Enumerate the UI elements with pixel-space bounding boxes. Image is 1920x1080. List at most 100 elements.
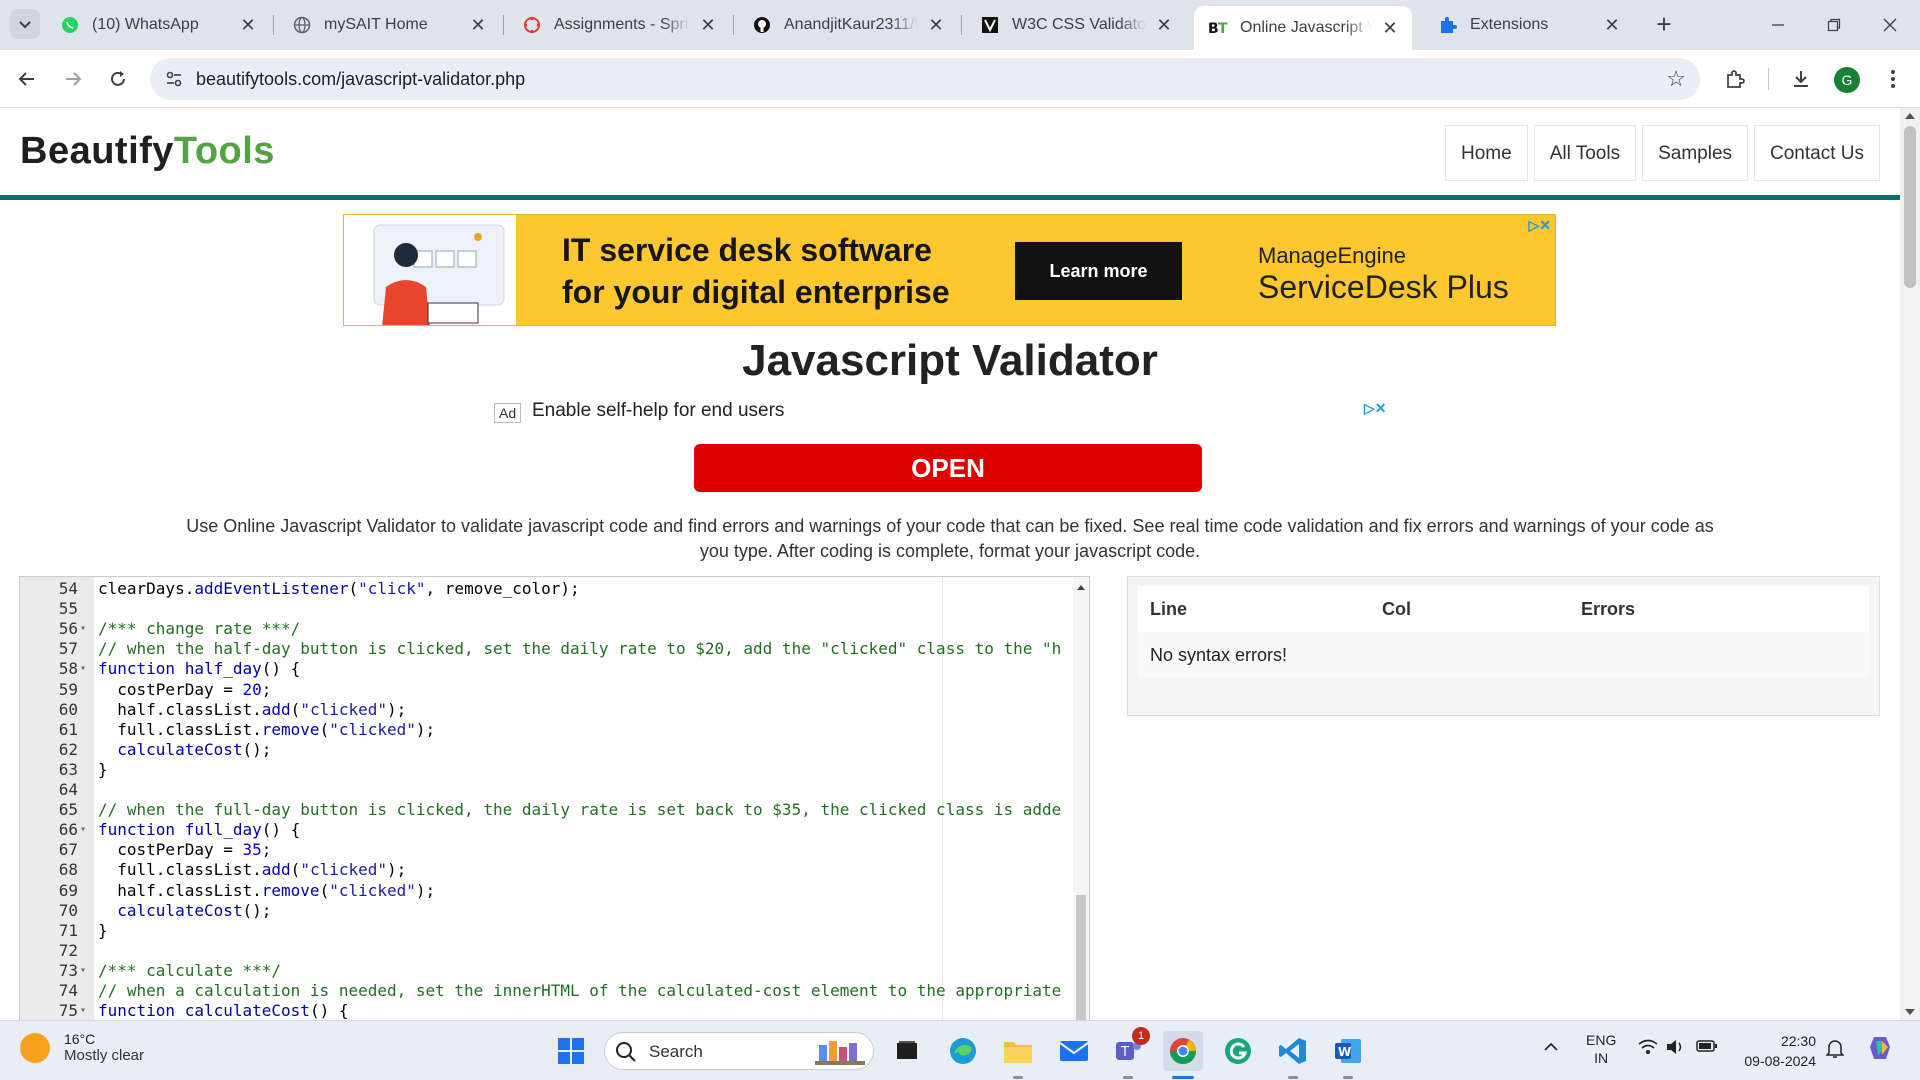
page-scroll-thumb[interactable] xyxy=(1904,126,1916,288)
code-line[interactable]: 73 ▾ /*** calculate ***/ xyxy=(20,961,1074,981)
minimize-button[interactable] xyxy=(1750,0,1806,50)
copilot-icon[interactable] xyxy=(1866,1033,1896,1066)
browser-tab[interactable]: mySAIT Home ✕ xyxy=(278,6,500,44)
editor-scrollbar[interactable] xyxy=(1073,577,1089,1020)
reload-button[interactable] xyxy=(103,64,133,94)
teams-app[interactable]: T 1 xyxy=(1108,1027,1150,1071)
tab-search-button[interactable] xyxy=(10,9,40,39)
code-line[interactable]: 54 clearDays.addEventListener("click", re… xyxy=(20,579,1074,599)
word-app[interactable]: W xyxy=(1328,1031,1368,1071)
restore-button[interactable] xyxy=(1806,0,1862,50)
close-tab-icon[interactable]: ✕ xyxy=(1380,18,1400,38)
site-logo[interactable]: BeautifyTools xyxy=(20,130,275,173)
fold-arrow-icon[interactable]: ▾ xyxy=(80,961,92,981)
battery-icon[interactable] xyxy=(1696,1039,1718,1056)
new-tab-button[interactable]: + xyxy=(1650,11,1678,39)
task-view-button[interactable] xyxy=(887,1031,927,1071)
code-line[interactable]: 69 half.classList.remove("clicked"); xyxy=(20,881,1074,901)
tab-title: Online Javascript Val xyxy=(1240,19,1372,36)
fold-arrow-icon[interactable]: ▾ xyxy=(80,820,92,840)
editor-scroll-thumb[interactable] xyxy=(1076,895,1086,1020)
code-line[interactable]: 60 half.classList.add("clicked"); xyxy=(20,700,1074,720)
close-tab-icon[interactable]: ✕ xyxy=(698,15,718,35)
file-explorer-app[interactable] xyxy=(998,1031,1038,1071)
text-ad[interactable]: Ad Enable self-help for end users ▷✕ xyxy=(494,398,1404,428)
code-line[interactable]: 72 xyxy=(20,941,1074,961)
clock[interactable]: 22:30 09-08-2024 xyxy=(1738,1031,1816,1071)
wifi-icon[interactable] xyxy=(1638,1039,1658,1058)
code-line[interactable]: 66 ▾ function full_day() { xyxy=(20,820,1074,840)
code-line[interactable]: 59 costPerDay = 20; xyxy=(20,680,1074,700)
scroll-up-arrow[interactable] xyxy=(1905,113,1915,119)
code-line[interactable]: 67 costPerDay = 35; xyxy=(20,840,1074,860)
taskbar-search[interactable]: Search xyxy=(604,1032,874,1070)
close-tab-icon[interactable]: ✕ xyxy=(1602,15,1622,35)
scroll-up-arrow[interactable] xyxy=(1077,585,1085,590)
code-line[interactable]: 57 // when the half-day button is clicked… xyxy=(20,639,1074,659)
profile-avatar[interactable]: G xyxy=(1834,67,1860,93)
browser-tab[interactable]: BT Online Javascript Val ✕ xyxy=(1194,6,1412,50)
browser-tab[interactable]: Assignments - Spring ✕ xyxy=(508,6,730,44)
nav-link[interactable]: Samples xyxy=(1642,125,1749,181)
back-button[interactable] xyxy=(12,64,42,94)
nav-link[interactable]: All Tools xyxy=(1533,125,1637,181)
learn-more-button[interactable]: Learn more xyxy=(1015,242,1182,300)
vscode-app[interactable] xyxy=(1273,1031,1313,1071)
tab-title: Extensions xyxy=(1470,16,1549,33)
scroll-down-arrow[interactable] xyxy=(1905,1009,1915,1015)
edge-app[interactable] xyxy=(943,1031,983,1071)
code-line[interactable]: 71} xyxy=(20,921,1074,941)
adchoices-icon[interactable]: ▷✕ xyxy=(1529,217,1552,234)
browser-tab[interactable]: Extensions ✕ xyxy=(1424,6,1634,44)
code-line[interactable]: 58 ▾ function half_day() { xyxy=(20,659,1074,679)
code-line[interactable]: 65 // when the full-day button is clicked… xyxy=(20,800,1074,820)
bookmark-star-icon[interactable]: ☆ xyxy=(1666,66,1686,92)
code-line[interactable]: 61 full.classList.remove("clicked"); xyxy=(20,720,1074,740)
language-indicator[interactable]: ENG IN xyxy=(1586,1031,1616,1067)
browser-tab[interactable]: W3C CSS Validator re ✕ xyxy=(966,6,1186,44)
weather-widget[interactable]: 16°C Mostly clear xyxy=(20,1031,144,1064)
code-line[interactable]: 64 xyxy=(20,780,1074,800)
close-tab-icon[interactable]: ✕ xyxy=(926,15,946,35)
fold-arrow-icon[interactable]: ▾ xyxy=(80,1001,92,1020)
start-button[interactable] xyxy=(551,1031,591,1071)
volume-icon[interactable] xyxy=(1666,1039,1686,1058)
adchoices-icon[interactable]: ▷✕ xyxy=(1364,400,1387,417)
nav-link[interactable]: Home xyxy=(1445,125,1528,181)
code-editor[interactable]: 54 clearDays.addEventListener("click", re… xyxy=(19,576,1090,1020)
line-number: 68 xyxy=(58,860,78,880)
extensions-button[interactable] xyxy=(1720,64,1750,94)
code-line[interactable]: 74 // when a calculation is needed, set t… xyxy=(20,981,1074,1001)
code-line[interactable]: 68 full.classList.add("clicked"); xyxy=(20,860,1074,880)
code-line[interactable]: 55 xyxy=(20,599,1074,619)
fold-arrow-icon[interactable]: ▾ xyxy=(80,619,92,639)
browser-tab[interactable]: AnandjitKaur2311/W ✕ xyxy=(738,6,958,44)
site-header: BeautifyTools Home All Tools Samples Contac… xyxy=(0,108,1900,200)
ad-text[interactable]: Enable self-help for end users xyxy=(532,400,784,422)
code-line[interactable]: 63} xyxy=(20,760,1074,780)
notifications-icon[interactable] xyxy=(1825,1039,1845,1062)
nav-link[interactable]: Contact Us xyxy=(1754,125,1880,181)
page-scrollbar[interactable] xyxy=(1900,108,1920,1020)
close-tab-icon[interactable]: ✕ xyxy=(238,15,258,35)
code-line[interactable]: 70 calculateCost(); xyxy=(20,901,1074,921)
grammarly-app[interactable] xyxy=(1218,1031,1258,1071)
open-button[interactable]: OPEN xyxy=(694,444,1202,492)
address-bar[interactable]: beautifytools.com/javascript-validator.p… xyxy=(150,58,1700,100)
code-line[interactable]: 75 ▾ function calculateCost() { xyxy=(20,1001,1074,1020)
close-window-button[interactable] xyxy=(1862,0,1918,50)
mail-app[interactable] xyxy=(1054,1031,1094,1071)
show-hidden-icons[interactable] xyxy=(1544,1039,1558,1055)
close-tab-icon[interactable]: ✕ xyxy=(1154,15,1174,35)
fold-arrow-icon[interactable]: ▾ xyxy=(80,659,92,679)
close-tab-icon[interactable]: ✕ xyxy=(468,15,488,35)
code-line[interactable]: 56 ▾ /*** change rate ***/ xyxy=(20,619,1074,639)
browser-tab[interactable]: (10) WhatsApp ✕ xyxy=(46,6,270,44)
line-number: 55 xyxy=(58,599,78,619)
downloads-button[interactable] xyxy=(1786,64,1816,94)
ad-banner[interactable]: IT service desk software for your digital… xyxy=(343,214,1556,326)
code-line[interactable]: 62 calculateCost(); xyxy=(20,740,1074,760)
chrome-menu-button[interactable] xyxy=(1878,64,1908,94)
chrome-app[interactable] xyxy=(1163,1031,1203,1071)
forward-button[interactable] xyxy=(58,64,88,94)
